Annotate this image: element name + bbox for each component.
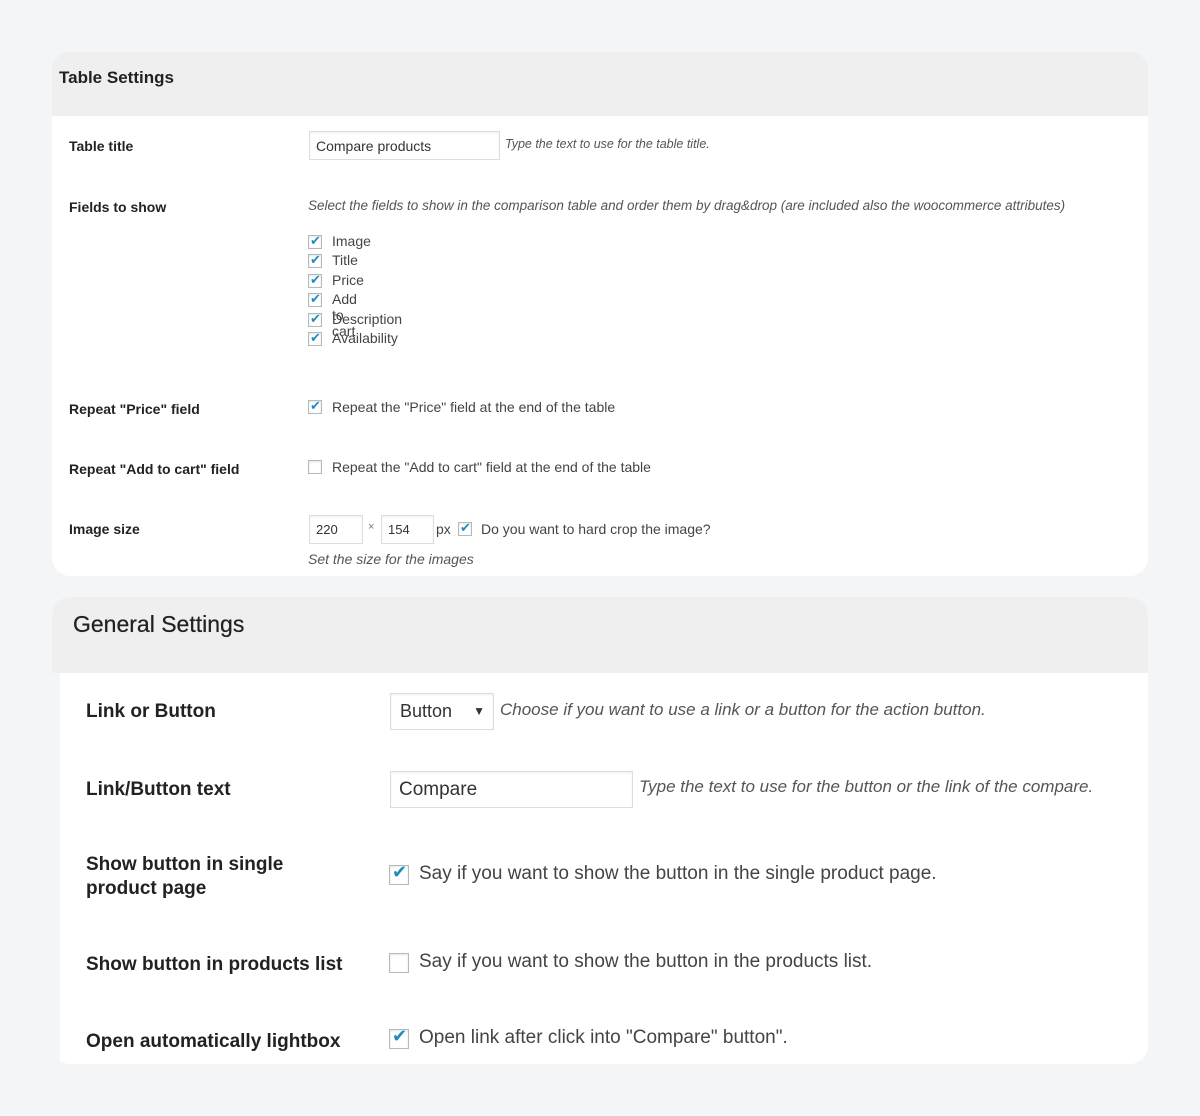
checkbox[interactable] bbox=[308, 291, 322, 307]
button-text-label: Link/Button text bbox=[86, 779, 231, 800]
field-label: Availability bbox=[332, 330, 398, 346]
checkbox[interactable] bbox=[308, 233, 322, 249]
table-settings-panel: Table Settings Table title Type the text… bbox=[52, 52, 1148, 576]
lightbox-text: Open link after click into "Compare" but… bbox=[419, 1027, 788, 1048]
field-label: Description bbox=[332, 311, 403, 327]
px-unit: px bbox=[436, 521, 451, 537]
table-title-description: Type the text to use for the table title… bbox=[505, 137, 710, 151]
show-list-text: Say if you want to show the button in th… bbox=[419, 951, 873, 972]
image-size-label: Image size bbox=[69, 521, 140, 537]
table-title-label: Table title bbox=[69, 138, 134, 154]
image-width-input[interactable] bbox=[309, 515, 363, 544]
lightbox-label: Open automatically lightbox bbox=[86, 1031, 341, 1052]
general-settings-panel: General Settings Link or Button Button ▼… bbox=[52, 597, 1148, 1064]
link-or-button-select[interactable]: Button ▼ bbox=[390, 693, 494, 730]
fields-description: Select the fields to show in the compari… bbox=[308, 198, 1066, 213]
show-list-label: Show button in products list bbox=[86, 954, 343, 975]
repeat-price-label: Repeat "Price" field bbox=[69, 401, 200, 417]
repeat-add-to-cart-checkbox[interactable] bbox=[308, 460, 322, 474]
panel-title: Table Settings bbox=[59, 68, 174, 87]
repeat-add-to-cart-label: Repeat "Add to cart" field bbox=[69, 461, 240, 477]
checkbox[interactable] bbox=[308, 330, 322, 346]
show-single-label: Show button in single product page bbox=[86, 854, 284, 899]
checkbox[interactable] bbox=[308, 272, 322, 288]
hard-crop-checkbox[interactable] bbox=[458, 520, 472, 536]
hard-crop-text: Do you want to hard crop the image? bbox=[481, 521, 711, 537]
link-or-button-description: Choose if you want to use a link or a bu… bbox=[500, 700, 986, 719]
image-height-input[interactable] bbox=[381, 515, 434, 544]
table-title-input[interactable] bbox=[309, 131, 500, 160]
repeat-price-text: Repeat the "Price" field at the end of t… bbox=[332, 399, 616, 415]
field-label: Price bbox=[332, 272, 364, 288]
image-size-description: Set the size for the images bbox=[308, 551, 474, 567]
button-text-description: Type the text to use for the button or t… bbox=[639, 777, 1094, 796]
checkbox[interactable] bbox=[308, 252, 322, 268]
repeat-add-to-cart-text: Repeat the "Add to cart" field at the en… bbox=[332, 459, 651, 475]
button-text-input[interactable] bbox=[390, 771, 633, 808]
panel-title: General Settings bbox=[73, 611, 245, 637]
field-label: Image bbox=[332, 233, 371, 249]
show-single-text: Say if you want to show the button in th… bbox=[419, 863, 937, 884]
panel-header: Table Settings bbox=[52, 52, 1148, 116]
show-single-checkbox[interactable] bbox=[389, 862, 409, 885]
dropdown-arrow-icon: ▼ bbox=[473, 704, 485, 718]
panel-header: General Settings bbox=[52, 597, 1148, 673]
show-list-checkbox[interactable] bbox=[389, 953, 409, 973]
times-sign: × bbox=[368, 521, 375, 533]
field-label: Title bbox=[332, 252, 358, 268]
repeat-price-checkbox[interactable] bbox=[308, 398, 322, 414]
fields-to-show-label: Fields to show bbox=[69, 199, 167, 215]
link-or-button-label: Link or Button bbox=[86, 701, 216, 722]
select-value: Button bbox=[400, 701, 453, 721]
lightbox-checkbox[interactable] bbox=[389, 1026, 409, 1049]
panel-side-strip bbox=[52, 673, 60, 1064]
checkbox[interactable] bbox=[308, 311, 322, 327]
